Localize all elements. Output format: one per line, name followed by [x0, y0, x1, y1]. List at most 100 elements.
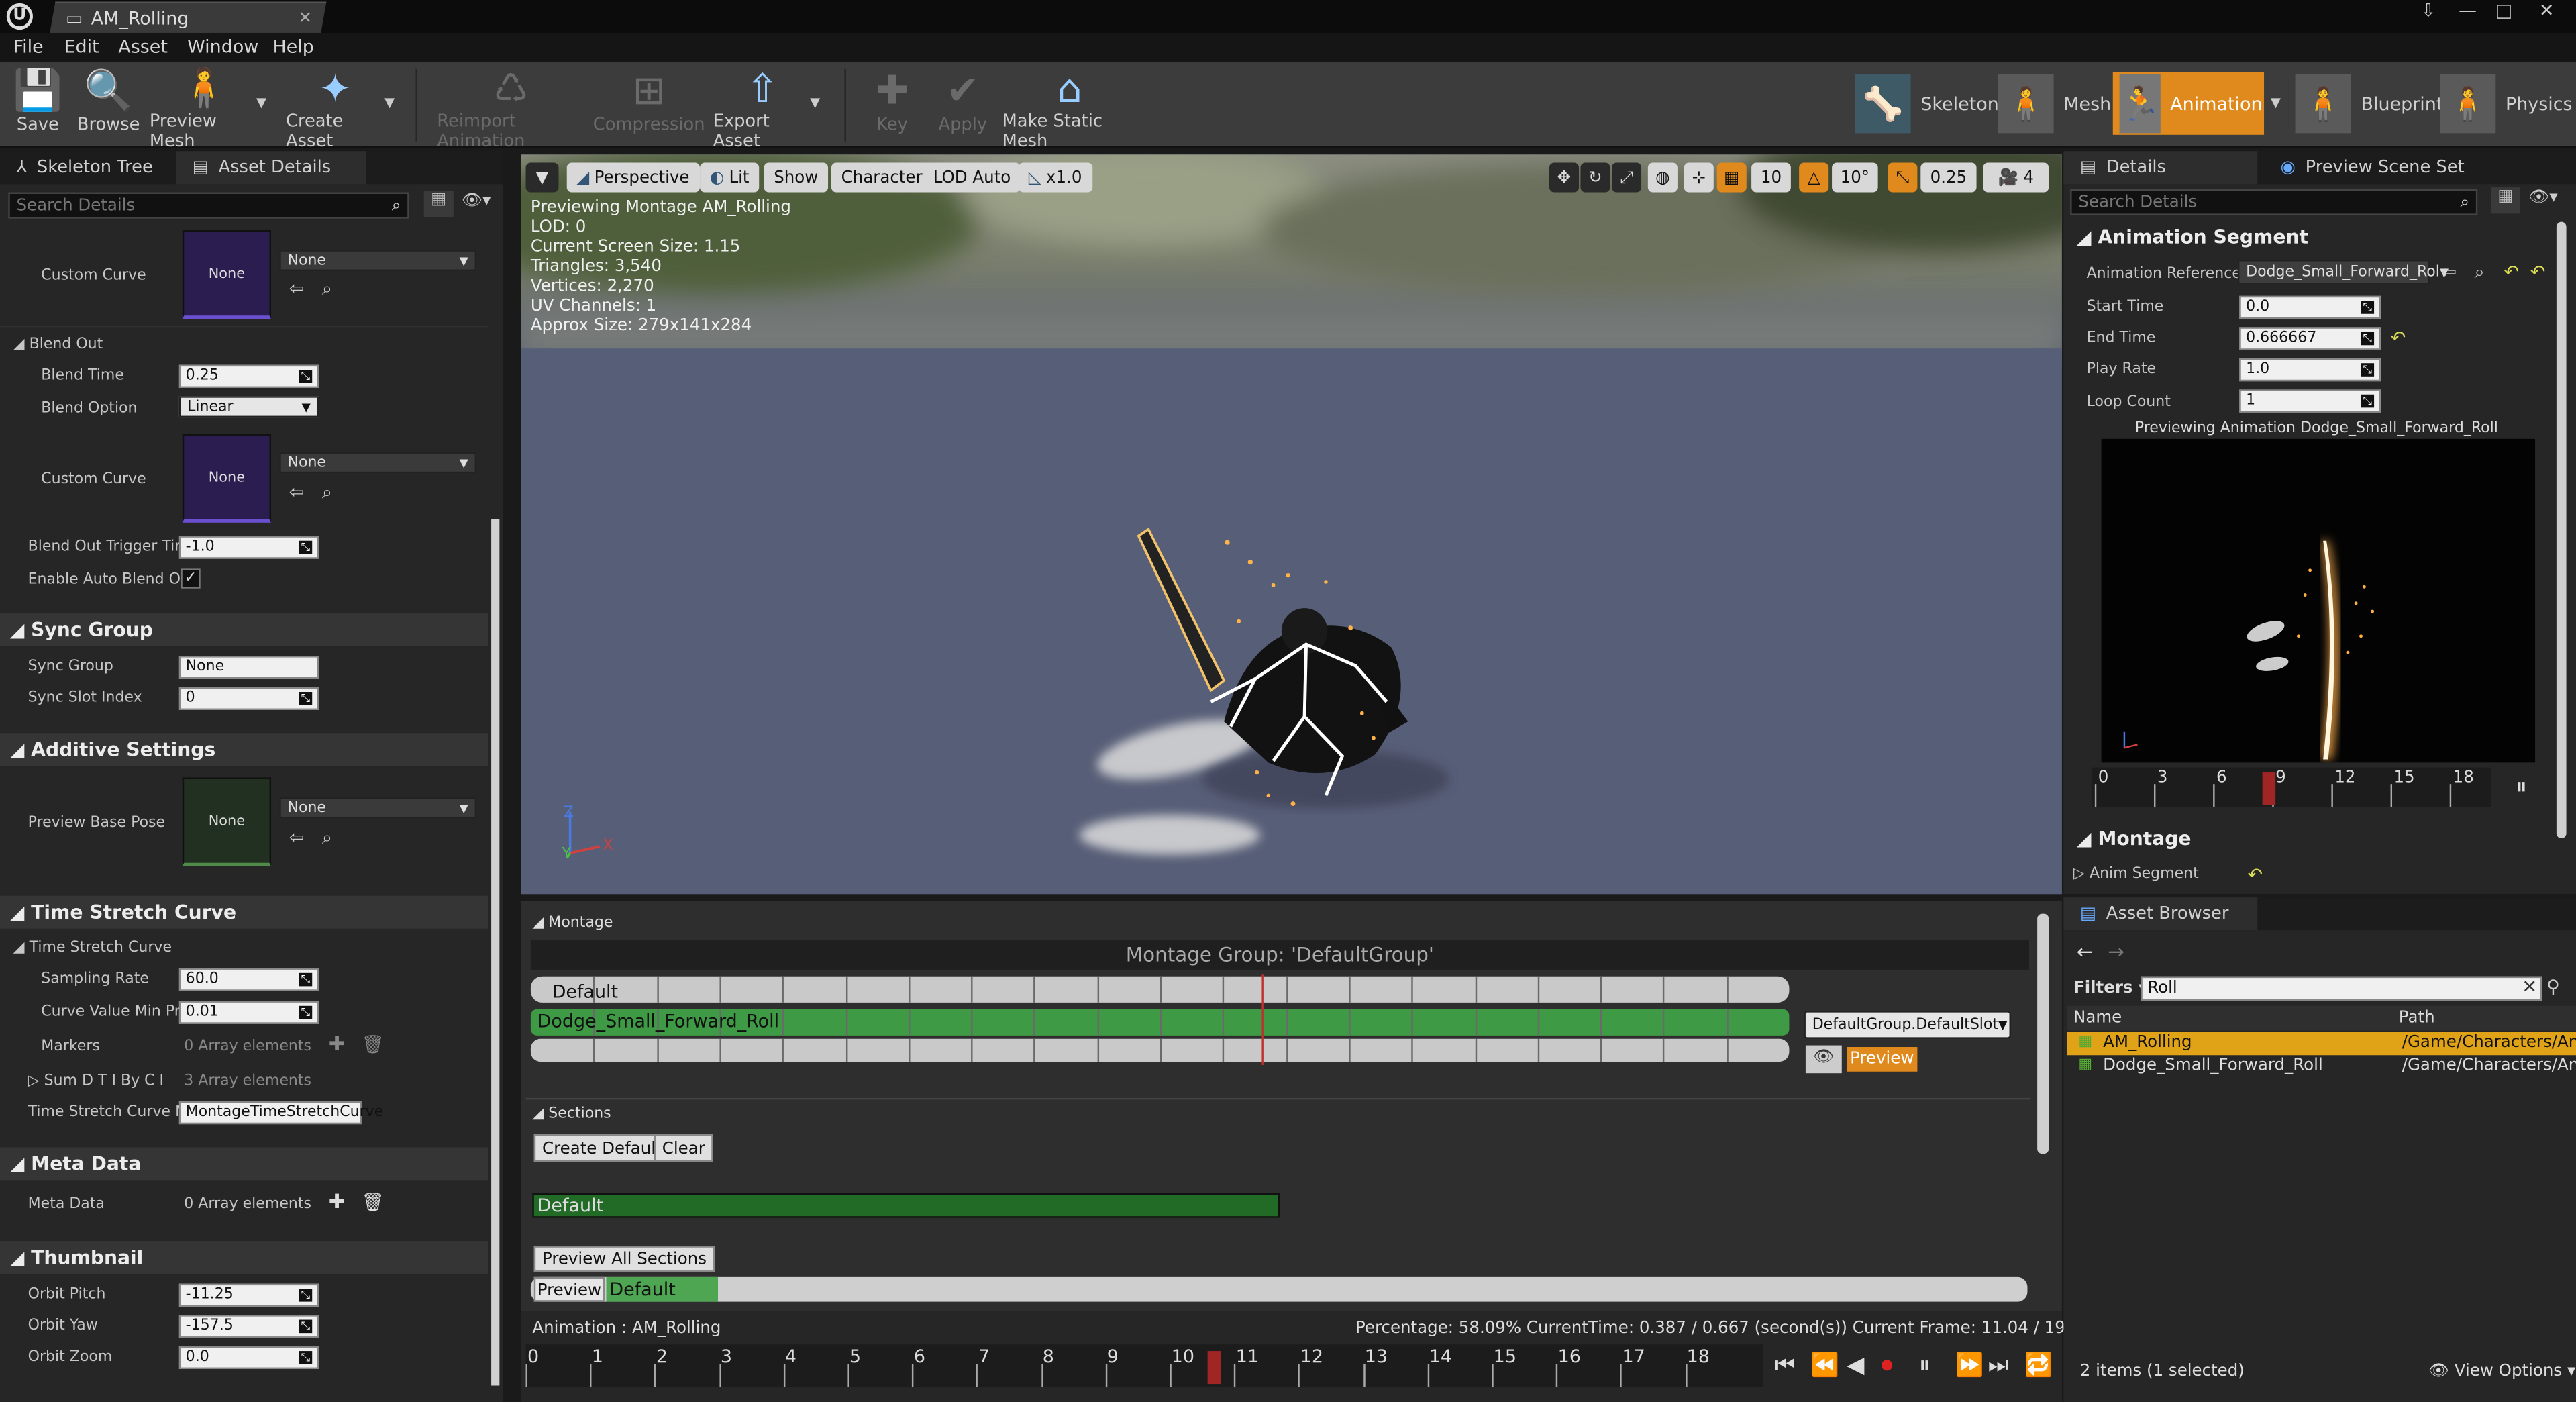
record-icon[interactable]: ⏺ [1882, 1353, 1893, 1379]
tab-asset-details[interactable]: ▤ Asset Details [176, 151, 367, 185]
base-pose-combo[interactable]: None ▼ [279, 797, 477, 819]
rotation-snap-icon[interactable]: △ [1799, 162, 1829, 193]
preview-slot-icon[interactable]: 👁 [1805, 1045, 1842, 1074]
property-matrix-icon[interactable]: ▦ [423, 191, 454, 217]
create-asset-button[interactable]: ✦ Create Asset [286, 66, 384, 151]
montage-category[interactable]: ◢ Montage [2067, 821, 2553, 855]
reset-icon[interactable]: ↶ [2391, 327, 2406, 348]
notification-icon[interactable]: ⇩ [2412, 0, 2444, 26]
reset-icon[interactable]: ↶ [2530, 261, 2546, 283]
make-static-mesh-button[interactable]: ⌂ Make Static Mesh [1002, 66, 1137, 151]
browse-button[interactable]: 🔍 Browse [77, 66, 140, 145]
scale-icon[interactable]: ⤢ [1611, 162, 1642, 193]
reimport-animation-button[interactable]: ♺ Reimport Animation [437, 66, 584, 151]
browse-magnifier-icon[interactable]: ⌕ [322, 278, 332, 301]
filters-button[interactable]: Filters ▾ [2073, 980, 2147, 998]
key-button[interactable]: ✚ Key [871, 66, 914, 145]
blend-time-field[interactable]: 0.25 ⤡ [178, 364, 319, 388]
time-stretch-category[interactable]: ◢ Time Stretch Curve [0, 895, 488, 929]
add-element-icon[interactable]: ✚ [329, 1190, 346, 1213]
sync-group-field[interactable]: None [178, 656, 319, 679]
show-button[interactable]: Show [764, 162, 829, 193]
animation-segment-category[interactable]: ◢ Animation Segment [2067, 220, 2553, 254]
tab-skeleton-tree[interactable]: ⅄ Skeleton Tree [0, 151, 170, 185]
meta-data-category[interactable]: ◢ Meta Data [0, 1147, 488, 1181]
anim-preview-window[interactable] [2101, 438, 2536, 763]
close-window-icon[interactable]: ✕ [2530, 0, 2563, 26]
add-element-icon[interactable]: ✚ [329, 1032, 346, 1055]
reset-icon[interactable]: ↶ [2504, 261, 2520, 283]
asset-name[interactable]: Dodge_Small_Forward_Roll [2103, 1057, 2323, 1075]
thumbnail-category[interactable]: ◢ Thumbnail [0, 1240, 488, 1274]
camera-speed-button[interactable]: 🎥 4 [1983, 162, 2049, 193]
perspective-button[interactable]: ◢ Perspective [566, 162, 700, 193]
right-scrollbar[interactable] [2556, 221, 2567, 838]
custom-curve-combo[interactable]: None ▼ [279, 250, 477, 272]
scrub-playhead[interactable] [1207, 1351, 1221, 1385]
preview-scrubber[interactable]: 0 3 6 9 12 15 18 [2091, 767, 2491, 807]
save-button[interactable]: 💾 Save [11, 66, 64, 145]
time-stretch-group[interactable]: ◢ Time Stretch Curve [13, 940, 172, 956]
clear-button[interactable]: Clear [654, 1134, 714, 1162]
curve-thumbnail[interactable]: None [182, 434, 272, 523]
notify-track[interactable] [530, 1038, 1790, 1062]
view-options-eye-icon[interactable]: 👁▾ [462, 193, 491, 211]
back-arrow-icon[interactable]: ← [2077, 940, 2094, 963]
slot-name-combo[interactable]: DefaultGroup.DefaultSlot ▼ [1804, 1011, 2011, 1039]
timeline-scrubber[interactable]: 0 1 2 3 4 5 6 7 8 9 10 11 12 13 14 15 16 17 18 [525, 1344, 1763, 1387]
view-options-button[interactable]: 👁 View Options ▾ [2428, 1362, 2575, 1381]
step-forward-icon[interactable]: ⏩ [1955, 1353, 1984, 1379]
sum-dt-label[interactable]: ▷ Sum D T I By C I [28, 1073, 164, 1089]
grid-snap-icon[interactable]: ▦ [1716, 162, 1747, 193]
custom-curve-combo[interactable]: None ▼ [279, 452, 477, 474]
character-button[interactable]: Character [831, 162, 933, 193]
preview-section-button[interactable]: Preview [533, 1276, 605, 1302]
minimize-icon[interactable]: — [2451, 0, 2484, 26]
rotation-size-button[interactable]: 10° [1832, 162, 1878, 193]
forward-arrow-icon[interactable]: → [2108, 940, 2124, 963]
mode-animation[interactable]: 🏃 Animation [2112, 72, 2265, 135]
ts-curve-name-field[interactable]: MontageTimeStretchCurve [178, 1101, 383, 1125]
anim-segment-row[interactable]: ▷ Anim Segment [2073, 866, 2199, 883]
loop-icon[interactable]: 🔁 [2024, 1353, 2053, 1379]
end-time-field[interactable]: 0.666667 ⤡ [2239, 327, 2381, 350]
menu-edit[interactable]: Edit [64, 36, 99, 58]
property-matrix-icon[interactable]: ▦ [2490, 187, 2520, 214]
world-local-icon[interactable]: ◍ [1647, 162, 1678, 193]
curve-value-min-field[interactable]: 0.01 ⤡ [178, 1001, 319, 1024]
section-default[interactable]: Default [532, 1193, 1280, 1218]
trash-icon[interactable]: 🗑 [362, 1034, 384, 1055]
preview-pause-icon[interactable]: ⏸ [2516, 774, 2527, 800]
montage-scrollbar[interactable] [2037, 913, 2049, 1154]
playback-speed-button[interactable]: ◺ x1.0 [1019, 162, 1092, 193]
left-search-input[interactable]: Search Details ⌕ [8, 192, 409, 219]
compression-button[interactable]: ⊞ Compression [593, 66, 705, 145]
maximize-icon[interactable]: □ [2487, 0, 2520, 26]
path-column-header[interactable]: Path [2399, 1009, 2435, 1028]
curve-thumbnail[interactable]: None [182, 230, 272, 319]
lod-button[interactable]: LOD Auto [923, 162, 1021, 193]
anim-ref-combo[interactable]: Dodge_Small_Forward_Rol ▼ [2237, 259, 2449, 285]
create-default-button[interactable]: Create Default [533, 1134, 670, 1162]
sections-header[interactable]: ◢ Sections [532, 1106, 611, 1122]
slot-track[interactable] [530, 976, 1790, 1003]
tab-asset-browser[interactable]: ▤ Asset Browser [2063, 897, 2258, 931]
additive-settings-category[interactable]: ◢ Additive Settings [0, 733, 488, 766]
view-options-eye-icon[interactable]: 👁▾ [2528, 189, 2557, 207]
preview-slot-button[interactable]: Preview [1847, 1047, 1918, 1072]
name-column-header[interactable]: Name [2073, 1009, 2122, 1028]
orbit-pitch-field[interactable]: -11.25 ⤡ [178, 1283, 319, 1307]
asset-search-input[interactable]: Roll [2141, 976, 2542, 1001]
sync-group-category[interactable]: ◢ Sync Group [0, 613, 488, 646]
use-selected-arrow-icon[interactable]: ⇦ [289, 278, 305, 299]
mode-skeleton[interactable]: 🦴 Skeleton [1849, 72, 2009, 135]
step-back-icon[interactable]: ⏪ [1810, 1353, 1839, 1379]
loop-count-field[interactable]: 1 ⤡ [2239, 389, 2381, 413]
mode-blueprint[interactable]: 🧍 Blueprint [2289, 72, 2453, 135]
tab-preview-scene[interactable]: ◉ Preview Scene Set [2264, 151, 2481, 185]
sync-slot-index-field[interactable]: 0 ⤡ [178, 687, 319, 710]
lock-icon[interactable]: ⚲ [2546, 977, 2560, 998]
use-selected-arrow-icon[interactable]: ⇦ [2441, 261, 2457, 283]
sampling-rate-field[interactable]: 60.0 ⤡ [178, 968, 319, 991]
menu-file[interactable]: File [13, 36, 44, 58]
